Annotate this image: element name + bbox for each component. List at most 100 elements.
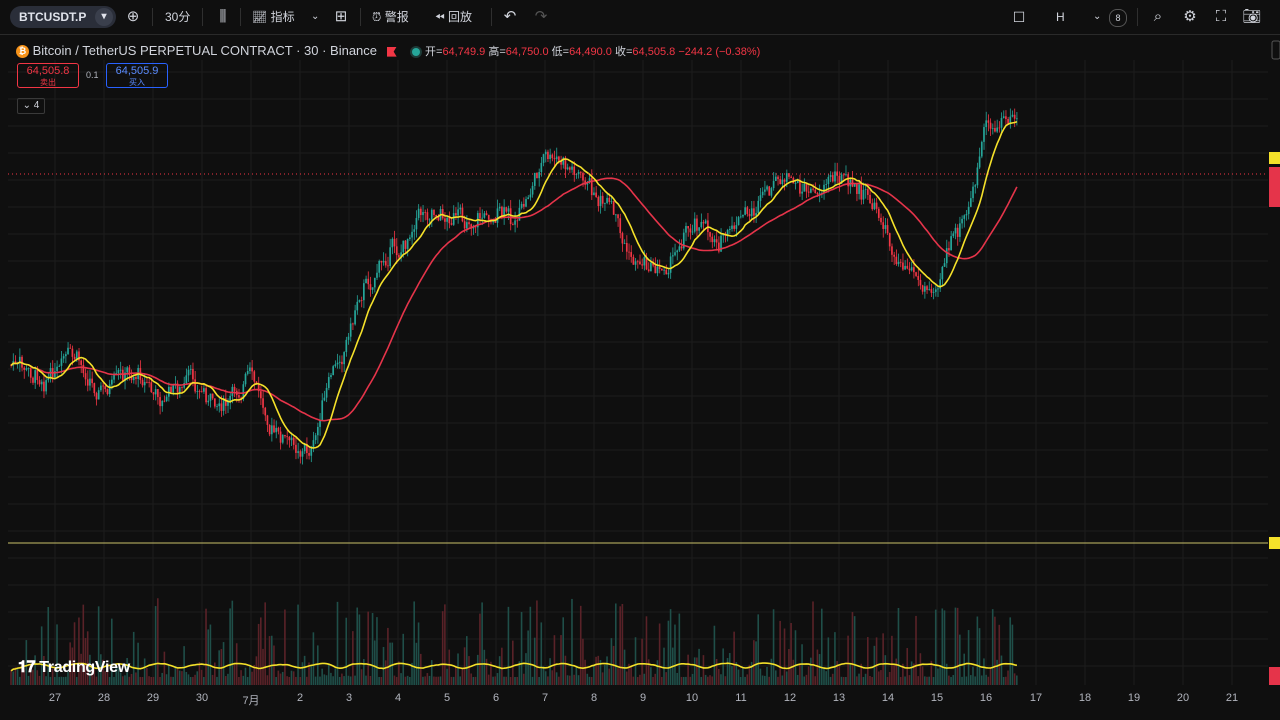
candle-body bbox=[45, 380, 47, 392]
volume-bar bbox=[724, 676, 727, 685]
tradingview-watermark: 𝟏𝟕 TradingView bbox=[18, 659, 130, 677]
candle-body bbox=[702, 221, 705, 224]
volume-bar bbox=[770, 658, 773, 685]
candle-body bbox=[100, 385, 102, 391]
volume-bar bbox=[391, 642, 394, 685]
candle-body bbox=[393, 238, 396, 247]
candle-body bbox=[766, 186, 768, 190]
volume-bar bbox=[908, 675, 911, 685]
candle-body bbox=[709, 232, 711, 237]
volume-bar bbox=[711, 676, 714, 685]
sell-button[interactable]: 64,505.8 卖出 bbox=[17, 63, 79, 88]
volume-bar bbox=[755, 641, 757, 685]
candle-body bbox=[746, 207, 749, 214]
volume-bar bbox=[113, 676, 115, 685]
price-chart[interactable] bbox=[0, 35, 1280, 720]
volume-bar bbox=[501, 647, 503, 685]
chart-type-menu-icon[interactable]: ⌄ bbox=[1093, 6, 1101, 28]
camera-snapshot-icon[interactable]: 📷︎ bbox=[1241, 6, 1263, 28]
volume-bar bbox=[687, 654, 689, 685]
chart-type-label[interactable]: H bbox=[1056, 6, 1065, 28]
sell-price: 64,505.8 bbox=[26, 65, 70, 77]
flag-icon[interactable] bbox=[386, 46, 397, 57]
interval-button[interactable]: 30分 bbox=[165, 6, 190, 28]
volume-bar bbox=[387, 627, 389, 685]
candle-body bbox=[632, 256, 635, 265]
volume-bar bbox=[891, 635, 893, 685]
volume-bar bbox=[352, 631, 354, 685]
volume-bar bbox=[895, 658, 898, 685]
candle-body bbox=[404, 240, 407, 249]
candle-body bbox=[378, 260, 381, 273]
candle-body bbox=[667, 272, 670, 275]
volume-bar bbox=[961, 676, 963, 685]
replay-button[interactable]: ⏪︎ 回放 bbox=[435, 6, 472, 28]
volume-bar bbox=[233, 663, 236, 685]
candle-body bbox=[119, 369, 122, 371]
candle-body bbox=[398, 255, 400, 258]
notification-badge[interactable]: 8 bbox=[1109, 9, 1127, 27]
indicators-button[interactable]: 📈︎ 指标 bbox=[252, 6, 295, 28]
redo-icon[interactable]: ↷ bbox=[530, 6, 552, 28]
volume-bar bbox=[165, 674, 168, 685]
candle-body bbox=[985, 120, 988, 128]
candle-body bbox=[834, 171, 836, 182]
volume-bar bbox=[150, 677, 153, 685]
volume-bar bbox=[568, 675, 571, 685]
volume-bar bbox=[823, 667, 825, 685]
fullscreen-icon[interactable]: ⛶ bbox=[1210, 6, 1232, 28]
candle-body bbox=[126, 367, 129, 373]
undo-icon[interactable]: ↶ bbox=[499, 6, 521, 28]
compare-add-icon[interactable]: ⊕ bbox=[122, 6, 144, 28]
indicators-collapse-button[interactable]: ⌄ 4 bbox=[17, 98, 45, 114]
volume-bar bbox=[917, 676, 919, 685]
settings-gear-icon[interactable]: ⚙ bbox=[1179, 6, 1201, 28]
candle-body bbox=[566, 167, 569, 170]
candle-body bbox=[150, 382, 153, 393]
volume-bar bbox=[159, 676, 161, 685]
candle-body bbox=[284, 434, 286, 437]
volume-bar bbox=[904, 676, 906, 685]
candle-body bbox=[816, 193, 819, 195]
candle-body bbox=[117, 370, 120, 374]
candle-body bbox=[877, 208, 880, 218]
volume-bar bbox=[919, 653, 922, 685]
candle-body bbox=[64, 354, 67, 357]
volume-bar bbox=[796, 674, 799, 685]
symbol-legend[interactable]: ₿ Bitcoin / TetherUS PERPETUAL CONTRACT … bbox=[16, 43, 421, 59]
layout-grid-icon[interactable]: ⊞ bbox=[330, 6, 352, 28]
volume-bar bbox=[264, 602, 266, 685]
symbol-menu-icon[interactable]: ▾ bbox=[95, 8, 113, 26]
time-tick-label: 27 bbox=[48, 692, 62, 704]
time-tick-label: 9 bbox=[639, 692, 647, 704]
alert-button[interactable]: ⏰︎ 警报 bbox=[372, 6, 409, 28]
candle-body bbox=[459, 207, 462, 210]
volume-bar bbox=[875, 637, 878, 685]
time-tick-label: 21 bbox=[1225, 692, 1239, 704]
volume-bar bbox=[137, 642, 139, 685]
candle-body bbox=[972, 186, 974, 199]
symbol-search-button[interactable]: BTCUSDT.P ▾ bbox=[10, 6, 116, 28]
replay-icon: ⏪︎ bbox=[435, 10, 445, 24]
volume-bar bbox=[691, 673, 694, 685]
buy-button[interactable]: 64,505.9 买入 bbox=[106, 63, 168, 88]
volume-bar bbox=[207, 629, 210, 685]
volume-bar bbox=[334, 668, 337, 685]
volume-bar bbox=[571, 598, 573, 685]
volume-bar bbox=[910, 661, 913, 685]
volume-bar bbox=[257, 623, 260, 685]
indicators-menu-icon[interactable]: ⌄ bbox=[311, 6, 319, 28]
volume-bar bbox=[807, 666, 810, 685]
zoom-search-icon[interactable]: ⌕ bbox=[1147, 6, 1169, 28]
price-axis[interactable] bbox=[1268, 35, 1280, 685]
candle-body bbox=[244, 373, 247, 385]
candle-style-icon[interactable]: ⫼ bbox=[212, 6, 234, 28]
candle-body bbox=[619, 218, 622, 234]
volume-bar bbox=[417, 622, 420, 685]
candle-body bbox=[56, 366, 58, 372]
candle-body bbox=[794, 183, 797, 184]
candle-body bbox=[95, 393, 98, 400]
rectangle-icon[interactable]: ☐ bbox=[1008, 6, 1030, 28]
candle-body bbox=[441, 208, 444, 219]
volume-bar bbox=[792, 659, 795, 685]
